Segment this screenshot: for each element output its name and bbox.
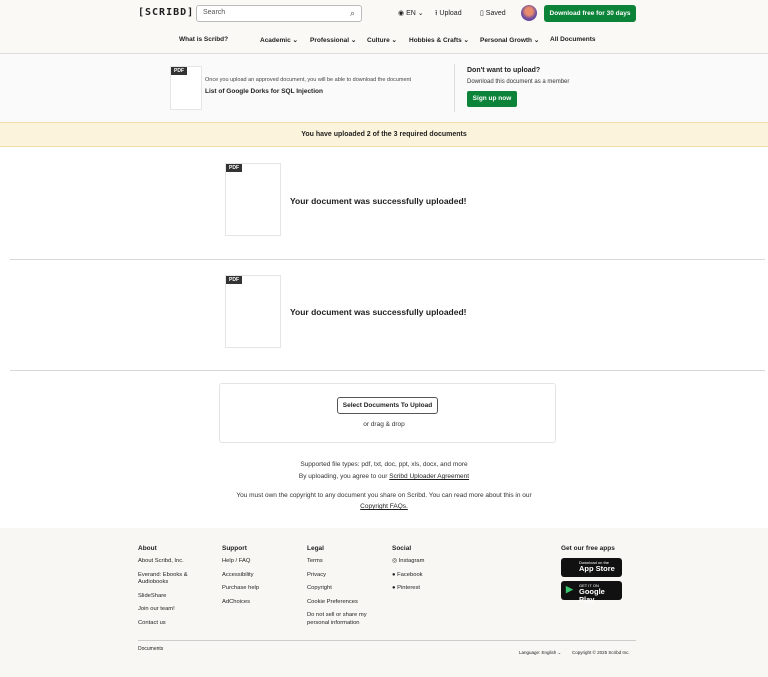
footer-link[interactable]: Do not sell or share my personal informa… [307,612,372,627]
badge-label: Google Play [579,587,605,604]
pinterest-link[interactable]: ● Pinterest [392,585,424,593]
nav-label: Professional [310,37,350,44]
upload-notice: PDF Once you upload an approved document… [0,54,768,122]
divider [10,259,765,260]
footer-heading: Support [222,545,247,552]
language-label: Language: English [519,650,557,655]
footer-link[interactable]: Join our team! [138,606,198,614]
uploader-agreement-link[interactable]: Scribd Uploader Agreement [389,473,469,480]
link-label: Pinterest [397,585,421,591]
link-label: Facebook [397,571,423,578]
agreement-text: By uploading, you agree to our Scribd Up… [0,473,768,480]
alt-title: Don't want to upload? [467,67,541,74]
pdf-badge: PDF [171,67,187,75]
document-title: List of Google Dorks for SQL Injection [205,88,323,95]
scribd-logo[interactable]: [SCRIBD] [138,7,194,18]
saved-button[interactable]: ▯ Saved [480,9,506,17]
nav-label: Hobbies & Crafts [409,37,462,44]
pdf-badge: PDF [226,276,242,284]
language-selector[interactable]: ◉ EN ⌄ [398,9,424,17]
footer-link[interactable]: Everand: Ebooks & Audiobooks [138,572,193,587]
nav-hobbies[interactable]: Hobbies & Crafts ⌄ [409,36,469,44]
play-icon: ▶ [566,584,573,594]
footer-support: Support Help / FAQ Accessibility Purchas… [222,545,259,606]
language-label: EN [406,10,416,17]
agree-text: By uploading, you agree to our [298,473,390,480]
footer-heading: Legal [307,545,324,552]
footer-heading: Social [392,545,412,552]
nav-professional[interactable]: Professional ⌄ [310,36,356,44]
uploaded-document-thumbnail: PDF [225,275,281,348]
footer-link[interactable]: SlideShare [138,593,198,601]
upload-progress-banner: You have uploaded 2 of the 3 required do… [0,122,768,147]
header: [SCRIBD] Search ⌕ ◉ EN ⌄ ⭱ Upload ▯ Saved… [0,0,768,54]
supported-types: Supported file types: pdf, txt, doc, ppt… [300,461,468,468]
upload-label: Upload [439,10,462,17]
footer-apps: Get our free apps Download on the App Sto… [561,545,622,604]
copyright: Copyright © 2025 Scribd Inc. [572,650,630,655]
upload-status: Your document was successfully uploaded! [290,307,467,317]
nav-label: Personal Growth [480,37,533,44]
divider [10,370,765,371]
notice-info: Once you upload an approved document, yo… [205,77,412,83]
footer-link[interactable]: Terms [307,558,372,566]
globe-icon: ◉ [398,10,407,17]
link-label: Instagram [398,558,425,564]
facebook-link[interactable]: ● Facebook [392,572,424,580]
nav-all-documents[interactable]: All Documents [550,36,596,43]
badge-label: App Store [579,564,615,573]
divider [454,64,455,112]
nav-personal-growth[interactable]: Personal Growth ⌄ [480,36,539,44]
upload-status: Your document was successfully uploaded! [290,196,467,206]
app-store-badge[interactable]: Download on the App Store [561,558,622,577]
nav-academic[interactable]: Academic ⌄ [260,36,298,44]
drag-drop-hint: or drag & drop [363,421,405,428]
footer-link[interactable]: Copyright [307,585,372,593]
footer-link[interactable]: Purchase help [222,585,259,593]
download-free-button[interactable]: Download free for 30 days [544,5,636,22]
uploaded-document-thumbnail: PDF [225,163,281,236]
footer-link[interactable]: Contact us [138,620,198,628]
search-input[interactable]: Search ⌕ [196,5,362,22]
document-thumbnail: PDF [170,66,202,110]
footer: About About Scribd, Inc. Everand: Ebooks… [0,528,768,677]
google-play-badge[interactable]: ▶ GET IT ON Google Play [561,581,622,604]
nav-culture[interactable]: Culture ⌄ [367,36,397,44]
footer-link[interactable]: About Scribd, Inc. [138,558,198,566]
footer-link[interactable]: Cookie Preferences [307,599,372,607]
sign-up-button[interactable]: Sign up now [467,91,517,107]
nav-label: Academic [260,37,291,44]
avatar[interactable] [521,5,537,21]
footer-social: Social ◎ Instagram ● Facebook ● Pinteres… [392,545,424,593]
footer-link[interactable]: Accessibility [222,572,259,580]
footer-legal: Legal Terms Privacy Copyright Cookie Pre… [307,545,372,627]
language-selector[interactable]: Language: English ⌄ [519,649,561,657]
upload-button[interactable]: ⭱ Upload [435,9,462,20]
saved-label: Saved [485,10,506,17]
documents-link[interactable]: Documents [138,646,163,654]
footer-link[interactable]: Privacy [307,572,372,580]
copyright-faq-link[interactable]: Copyright FAQs. [360,503,408,510]
search-icon[interactable]: ⌕ [350,8,355,19]
nav-label: Culture [367,37,390,44]
divider [138,640,636,641]
alt-desc: Download this document as a member [467,79,570,85]
footer-link[interactable]: AdChoices [222,599,259,607]
instagram-link[interactable]: ◎ Instagram [392,558,424,566]
copyright-text: You must own the copyright to any docume… [236,492,532,499]
footer-link[interactable]: Help / FAQ [222,558,259,566]
footer-heading: About [138,545,157,552]
chevron-down-icon: ⌄ [415,10,424,17]
pdf-badge: PDF [226,164,242,172]
search-placeholder: Search [203,9,226,16]
nav-what-is-scribd[interactable]: What is Scribd? [179,36,228,43]
instagram-icon: ◎ [392,558,399,564]
select-documents-button[interactable]: Select Documents To Upload [337,397,438,414]
footer-about: About About Scribd, Inc. Everand: Ebooks… [138,545,198,627]
footer-heading: Get our free apps [561,545,615,552]
